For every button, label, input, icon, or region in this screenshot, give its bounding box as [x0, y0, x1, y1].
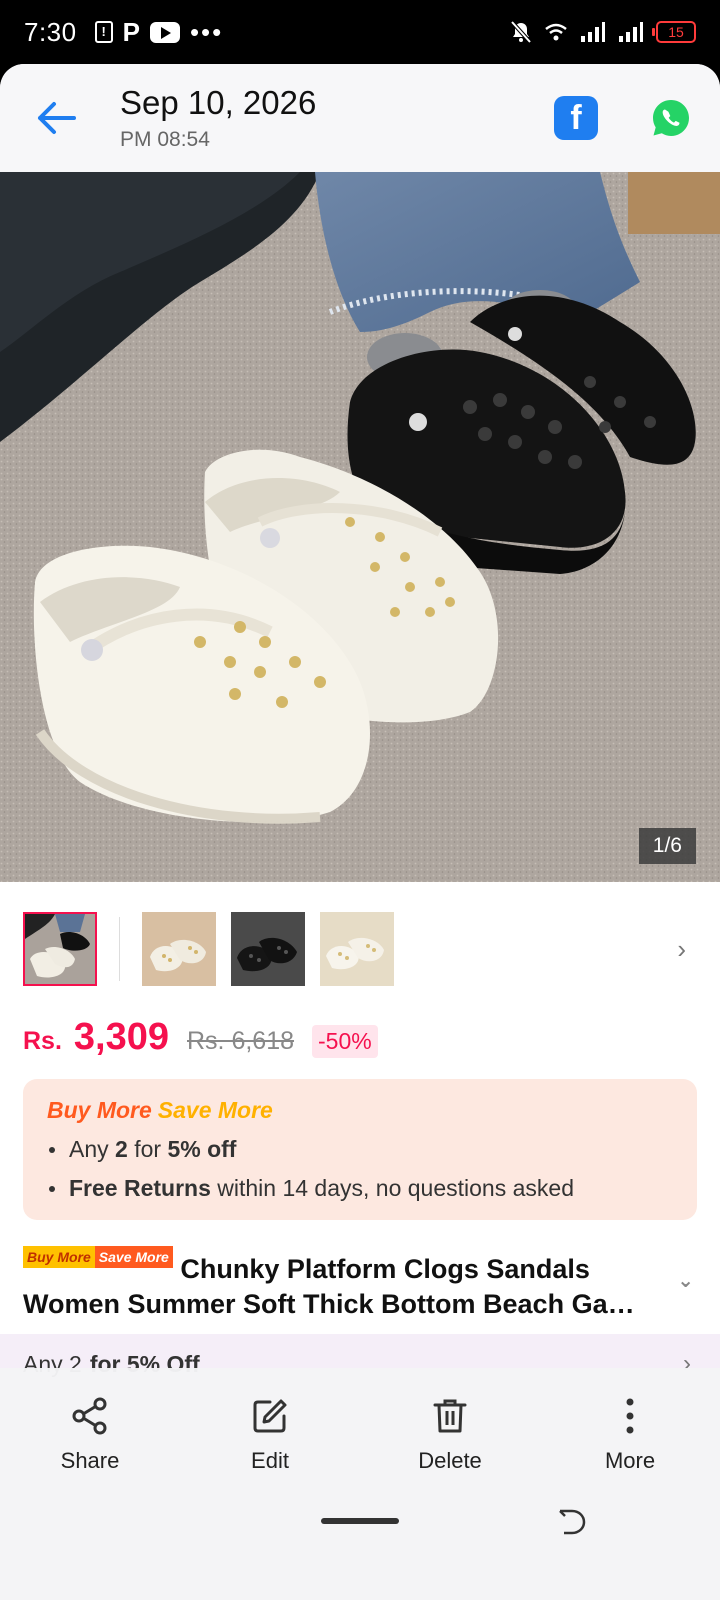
price-row: Rs. 3,309 Rs. 6,618 -50%: [0, 1016, 720, 1059]
share-label: Share: [60, 1448, 120, 1473]
product-title-row[interactable]: Buy More Save More Chunky Platform Clogs …: [0, 1220, 720, 1322]
share-button[interactable]: Share: [0, 1368, 180, 1502]
badge-buy-more: Buy More: [23, 1246, 95, 1268]
price-current: 3,309: [73, 1016, 169, 1058]
promo-title: Buy More Save More: [47, 1097, 673, 1124]
bullet-icon: [49, 1147, 55, 1153]
app-screen: Sep 10, 2026 PM 08:54 f 1/6 › Rs. 3,309 …: [0, 64, 720, 1600]
delete-button[interactable]: Delete: [360, 1368, 540, 1502]
home-gesture-bar[interactable]: [321, 1518, 399, 1524]
promo-box: Buy More Save More Any 2 for 5% off Free …: [23, 1079, 697, 1220]
wifi-icon: [545, 23, 567, 41]
status-system-icons: 15: [510, 20, 696, 44]
buy-more-save-more-badge: Buy More Save More: [23, 1240, 173, 1275]
whatsapp-icon[interactable]: [650, 97, 692, 139]
edit-icon: [253, 1399, 287, 1433]
back-gesture-icon[interactable]: [556, 1508, 588, 1536]
header-text: Sep 10, 2026 PM 08:54: [120, 84, 316, 152]
thumbnail-image: [142, 912, 216, 986]
product-photo: [0, 172, 720, 882]
share-targets: f: [554, 96, 692, 140]
header-time: PM 08:54: [120, 128, 210, 151]
more-vertical-icon: [626, 1398, 634, 1434]
more-button[interactable]: More: [540, 1368, 720, 1502]
badge-save-more: Save More: [94, 1246, 173, 1268]
battery-icon: 15: [652, 21, 696, 43]
thumbnail-2[interactable]: [142, 912, 216, 986]
promo-line-discount: Any 2 for 5% off: [47, 1136, 673, 1163]
signal-2-icon: [619, 22, 643, 42]
thumbnail-1[interactable]: [23, 912, 97, 986]
promo-line1-mid: for: [127, 1136, 168, 1162]
facebook-icon[interactable]: f: [554, 96, 598, 140]
promo-title-save-more: Save More: [157, 1097, 273, 1123]
image-counter: 1/6: [638, 828, 696, 864]
thumbnail-3[interactable]: [231, 912, 305, 986]
discount-badge: -50%: [312, 1025, 378, 1058]
status-time: 7:30: [24, 16, 77, 47]
p-notification-icon: P: [122, 16, 140, 47]
thumbnail-strip: ›: [0, 882, 720, 986]
thumbnail-image: [25, 914, 95, 984]
back-button[interactable]: [28, 90, 84, 146]
bullet-icon: [49, 1186, 55, 1192]
edit-button[interactable]: Edit: [180, 1368, 360, 1502]
delete-label: Delete: [418, 1448, 482, 1473]
promo-title-buy-more: Buy More: [47, 1097, 152, 1123]
chevron-right-icon[interactable]: ›: [677, 934, 686, 965]
more-notifications-icon: •••: [189, 17, 224, 47]
share-icon: [72, 1397, 107, 1435]
youtube-notification-icon: [149, 21, 180, 43]
status-bar: 7:30 ! P ••• 15: [0, 0, 720, 64]
thumbnail-image: [231, 912, 305, 986]
header-date: Sep 10, 2026: [120, 84, 317, 121]
price-original: Rs. 6,618: [187, 1027, 295, 1055]
thumbnail-image: [320, 912, 394, 986]
edit-label: Edit: [251, 1448, 289, 1473]
status-notification-icons: ! P •••: [94, 16, 224, 48]
thumbnail-4[interactable]: [320, 912, 394, 986]
promo-line1-off: 5% off: [167, 1136, 237, 1162]
product-image[interactable]: 1/6: [0, 172, 720, 882]
chevron-down-icon[interactable]: ⌄: [677, 1264, 694, 1299]
trash-icon: [433, 1399, 467, 1433]
promo-line-returns: Free Returns within 14 days, no question…: [47, 1175, 673, 1202]
header: Sep 10, 2026 PM 08:54 f: [0, 64, 720, 172]
more-label: More: [604, 1448, 656, 1473]
price-currency: Rs.: [23, 1027, 62, 1055]
screenshot-action-bar: Share Edit Delete More: [0, 1368, 720, 1502]
thumbnail-divider: [119, 917, 120, 981]
signal-icon: [581, 22, 605, 42]
promo-line1-pre: Any: [69, 1136, 116, 1162]
promo-line2-rest: within 14 days, no questions asked: [210, 1175, 574, 1201]
back-arrow-icon: [38, 102, 76, 134]
promo-line2-bold: Free Returns: [69, 1175, 211, 1201]
promo-line1-qty: 2: [115, 1136, 128, 1162]
alert-notification-icon: !: [94, 21, 113, 43]
mute-bell-icon: [510, 20, 532, 44]
navigation-bar: [0, 1502, 720, 1600]
